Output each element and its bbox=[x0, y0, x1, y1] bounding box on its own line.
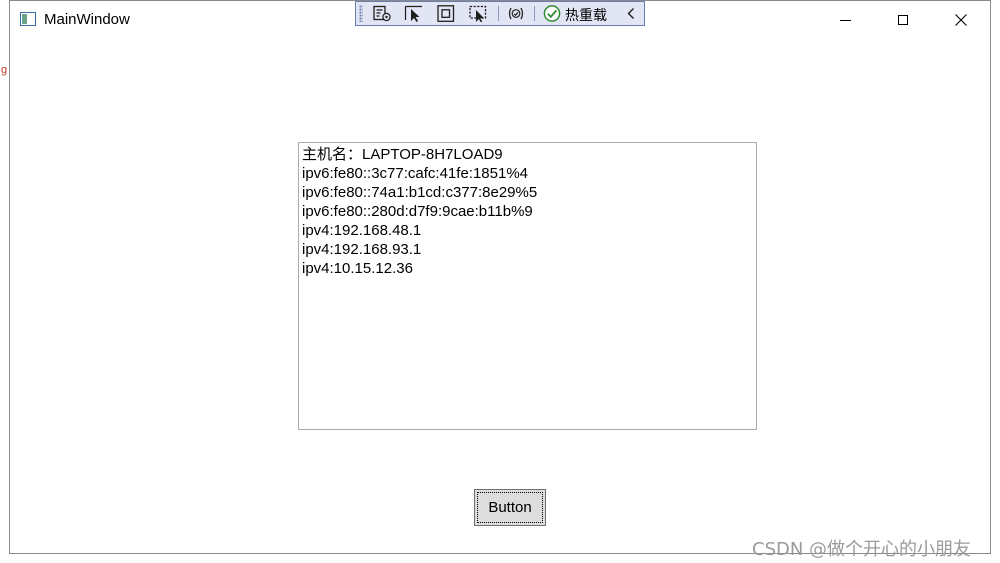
csdn-watermark: CSDN @做个开心的小朋友 bbox=[752, 539, 972, 560]
background-stray-char: g bbox=[1, 64, 8, 76]
ip-address-line: ipv6:fe80::280d:d7f9:9cae:b11b%9 bbox=[302, 203, 533, 220]
hostname-line: 主机名：LAPTOP-8H7LOAD9 bbox=[302, 146, 503, 163]
minimize-icon bbox=[839, 19, 851, 21]
close-icon bbox=[955, 14, 967, 26]
app-window-icon bbox=[20, 12, 36, 26]
toolbar-grip-icon[interactable] bbox=[359, 5, 363, 22]
main-window: MainWindow 主机名：LAPTOP-8H7LOAD9 ipv6:fe80… bbox=[9, 0, 991, 554]
display-layout-adorners-icon[interactable] bbox=[436, 5, 456, 22]
toolbar-separator bbox=[498, 6, 499, 21]
window-title: MainWindow bbox=[44, 11, 130, 28]
binding-failures-icon[interactable] bbox=[506, 5, 526, 22]
minimize-button[interactable] bbox=[816, 1, 874, 39]
hot-reload-label[interactable]: 热重载 bbox=[565, 5, 607, 25]
maximize-icon bbox=[898, 15, 908, 25]
select-element-icon[interactable] bbox=[404, 5, 424, 22]
collapse-chevron-icon[interactable] bbox=[624, 5, 638, 22]
main-button-label: Button bbox=[488, 499, 532, 516]
toolbar-separator bbox=[534, 6, 535, 21]
xaml-debug-toolbar: 热重载 bbox=[355, 1, 645, 26]
ip-address-line: ipv4:10.15.12.36 bbox=[302, 260, 413, 277]
hot-reload-check-icon[interactable] bbox=[542, 5, 562, 22]
ip-address-line: ipv6:fe80::74a1:b1cd:c377:8e29%5 bbox=[302, 184, 538, 201]
maximize-button[interactable] bbox=[874, 1, 932, 39]
ip-address-line: ipv4:192.168.93.1 bbox=[302, 241, 422, 258]
ip-address-line: ipv4:192.168.48.1 bbox=[302, 222, 422, 239]
live-visual-tree-icon[interactable] bbox=[372, 5, 392, 22]
main-button[interactable]: Button bbox=[474, 489, 546, 526]
close-button[interactable] bbox=[932, 1, 990, 39]
track-focused-element-icon[interactable] bbox=[468, 5, 488, 22]
ip-address-line: ipv6:fe80::3c77:cafc:41fe:1851%4 bbox=[302, 165, 528, 182]
host-info-textbox[interactable]: 主机名：LAPTOP-8H7LOAD9 ipv6:fe80::3c77:cafc… bbox=[298, 142, 757, 430]
